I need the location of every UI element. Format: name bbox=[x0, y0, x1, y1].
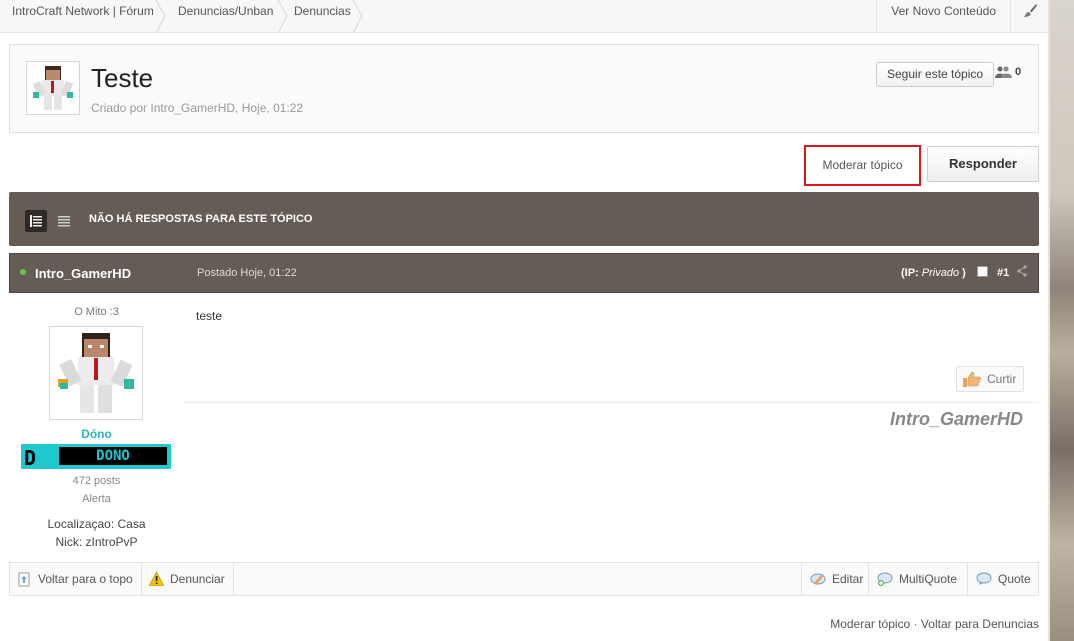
author-alert: Alerta bbox=[82, 493, 111, 505]
ip-label: (IP: bbox=[901, 267, 919, 279]
topic-header: Teste Criado por Intro_GamerHD, Hoje, 01… bbox=[9, 44, 1039, 133]
author-nick: Nick: zIntroPvP bbox=[55, 535, 138, 549]
author-avatar-small[interactable] bbox=[26, 61, 80, 115]
report-label: Denunciar bbox=[170, 572, 225, 586]
multiquote-button[interactable]: MultiQuote bbox=[868, 563, 965, 595]
ip-close: ) bbox=[962, 267, 966, 279]
post-signature: Intro_GamerHD bbox=[890, 409, 1024, 429]
footer-back-link[interactable]: Voltar para Denuncias bbox=[921, 617, 1039, 631]
author-location: Localizaçao: Casa bbox=[47, 517, 146, 531]
follow-topic-button[interactable]: Seguir este tópico bbox=[876, 62, 995, 87]
footer-moderate-link[interactable]: Moderar tópico bbox=[830, 617, 910, 631]
report-button[interactable]: Denunciar bbox=[141, 563, 234, 595]
warning-icon bbox=[149, 572, 164, 586]
post-header: Intro_GamerHD Postado Hoje, 01:22 (IP: P… bbox=[9, 253, 1039, 293]
author-post-count: 472 posts bbox=[72, 475, 121, 487]
quote-icon bbox=[976, 572, 992, 585]
quote-label: Quote bbox=[998, 572, 1031, 586]
breadcrumb-separator bbox=[352, 0, 363, 33]
linear-view-icon[interactable] bbox=[53, 210, 75, 232]
rank-letter: D bbox=[24, 446, 37, 470]
page-background-image bbox=[1048, 0, 1074, 641]
post-controls: Voltar para o topo Denunciar Editar Mult… bbox=[9, 562, 1039, 596]
multiquote-label: MultiQuote bbox=[899, 572, 958, 586]
footer-separator: · bbox=[913, 617, 918, 631]
new-content-link[interactable]: Ver Novo Conteúdo bbox=[876, 0, 1010, 33]
share-icon[interactable] bbox=[1017, 265, 1027, 280]
paintbrush-icon[interactable] bbox=[1010, 0, 1048, 33]
breadcrumb-item-forum[interactable]: IntroCraft Network | Fórum bbox=[0, 0, 163, 33]
online-status-icon bbox=[20, 269, 26, 275]
breadcrumb-label: Denuncias/Unban bbox=[178, 4, 274, 18]
header-actions: Ver Novo Conteúdo bbox=[876, 0, 1048, 33]
rank-badge: D DONO bbox=[21, 444, 171, 470]
author-avatar[interactable] bbox=[49, 326, 143, 420]
breadcrumb: IntroCraft Network | Fórum Denuncias/Unb… bbox=[0, 0, 1048, 33]
breadcrumb-label: Denuncias bbox=[294, 4, 351, 18]
edit-button[interactable]: Editar bbox=[801, 563, 871, 595]
moderate-topic-button[interactable]: Moderar tópico bbox=[804, 145, 921, 186]
like-label: Curtir bbox=[987, 372, 1017, 386]
threaded-view-icon[interactable] bbox=[25, 210, 47, 232]
forum-page: IntroCraft Network | Fórum Denuncias/Unb… bbox=[0, 0, 1048, 641]
back-to-top-button[interactable]: Voltar para o topo bbox=[10, 563, 142, 595]
author-title: O Mito :3 bbox=[74, 306, 119, 318]
post-author-name[interactable]: Intro_GamerHD bbox=[35, 266, 131, 281]
post-select-checkbox[interactable] bbox=[977, 266, 988, 277]
author-info: O Mito :3 Dóno D DONO 472 posts Alerta L… bbox=[9, 293, 184, 563]
signature-divider bbox=[184, 402, 1039, 403]
quote-button[interactable]: Quote bbox=[967, 563, 1039, 595]
no-replies-text: NÃO HÁ RESPOSTAS PARA ESTE TÓPICO bbox=[89, 213, 313, 225]
post-date[interactable]: Postado Hoje, 01:22 bbox=[197, 267, 297, 279]
reply-button[interactable]: Responder bbox=[927, 146, 1039, 182]
edit-icon bbox=[810, 573, 826, 585]
breadcrumb-label: IntroCraft Network | Fórum bbox=[12, 4, 154, 18]
like-button[interactable]: Curtir bbox=[956, 366, 1024, 392]
multiquote-icon bbox=[877, 572, 893, 586]
topic-meta: Criado por Intro_GamerHD, Hoje, 01:22 bbox=[91, 101, 304, 115]
topic-title: Teste bbox=[91, 63, 154, 93]
followers-number: 0 bbox=[1015, 66, 1022, 78]
topic-status-bar: NÃO HÁ RESPOSTAS PARA ESTE TÓPICO bbox=[9, 192, 1039, 246]
users-icon bbox=[995, 66, 1012, 78]
author-group: Dóno bbox=[81, 427, 112, 441]
breadcrumb-item-denuncias-unban[interactable]: Denuncias/Unban bbox=[166, 0, 278, 33]
rank-text: DONO bbox=[59, 447, 167, 465]
followers-count[interactable]: 0 bbox=[995, 66, 1021, 78]
post-number[interactable]: #1 bbox=[997, 267, 1009, 279]
back-to-top-label: Voltar para o topo bbox=[38, 572, 133, 586]
edit-label: Editar bbox=[832, 572, 864, 586]
post-ip: (IP: Privado ) bbox=[901, 267, 966, 279]
ip-value: Privado bbox=[921, 267, 960, 279]
footer-links: Moderar tópico · Voltar para Denuncias bbox=[830, 617, 1039, 631]
post-content: teste bbox=[196, 309, 223, 323]
thumbs-up-icon bbox=[963, 371, 981, 387]
breadcrumb-item-denuncias[interactable]: Denuncias bbox=[282, 0, 362, 33]
back-to-top-icon bbox=[18, 572, 30, 586]
